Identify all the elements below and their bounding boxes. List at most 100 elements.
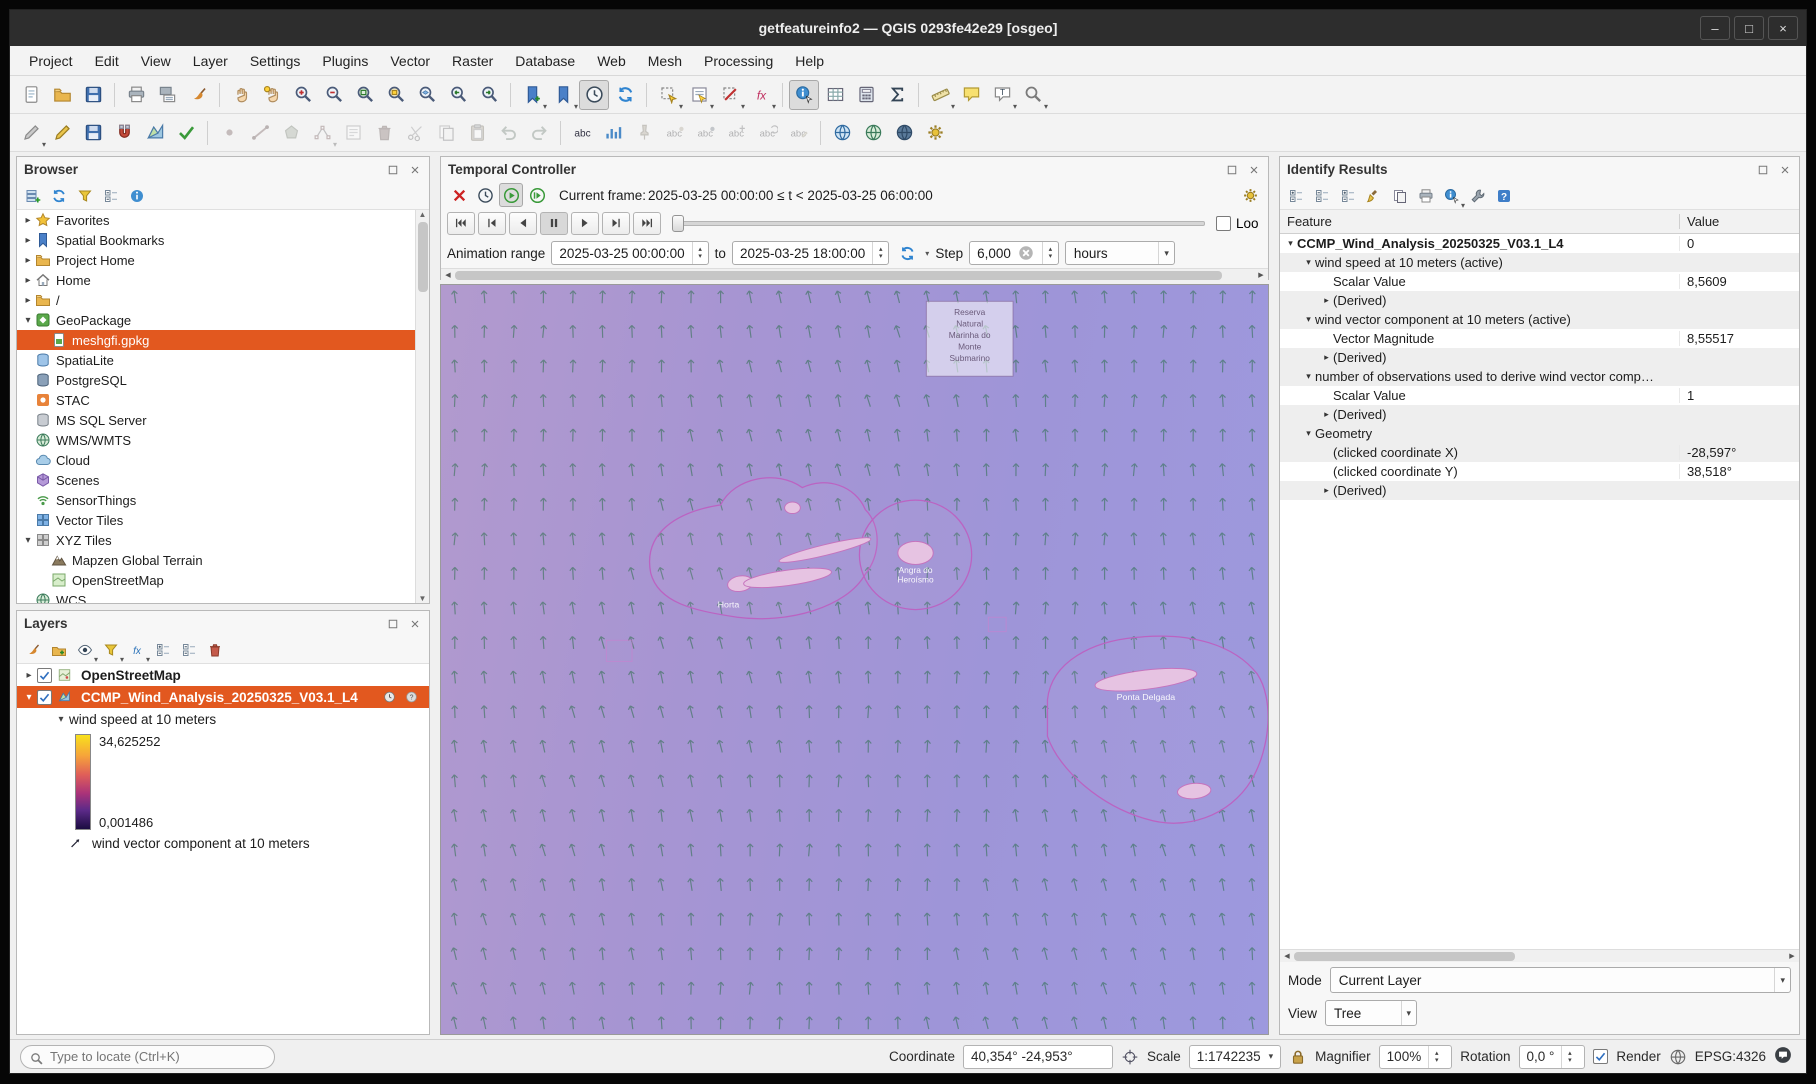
browser-item-cloud[interactable]: Cloud xyxy=(17,450,429,470)
expand-arrow[interactable]: ▾ xyxy=(21,315,35,326)
add-line-feature-button[interactable] xyxy=(245,118,275,148)
filter-browser-button[interactable] xyxy=(73,184,97,208)
undock-icon[interactable] xyxy=(385,162,400,177)
crs-globe-icon[interactable] xyxy=(1669,1048,1687,1066)
collapse-all-layers-button[interactable] xyxy=(177,638,201,662)
identify-mode-button[interactable]: ▾ xyxy=(1440,184,1464,208)
temporal-navigation-off-button[interactable] xyxy=(447,183,471,207)
plugin-tools-button[interactable] xyxy=(920,118,950,148)
modify-attributes-button[interactable] xyxy=(338,118,368,148)
open-attribute-table-button[interactable] xyxy=(820,80,850,110)
minimize-button[interactable]: – xyxy=(1700,16,1730,40)
measure-button[interactable]: ▾ xyxy=(925,80,955,110)
style-manager-button[interactable] xyxy=(183,80,213,110)
spin-arrows[interactable]: ▴▾ xyxy=(872,242,888,264)
spin-arrows[interactable]: ▴▾ xyxy=(1042,242,1058,264)
titlebar[interactable]: getfeatureinfo2 — QGIS 0293fe42e29 [osge… xyxy=(10,10,1806,46)
remove-layer-button[interactable] xyxy=(203,638,227,662)
highlight-pinned-labels-button[interactable]: abc xyxy=(660,118,690,148)
expand-arrow[interactable]: ▸ xyxy=(1320,409,1333,420)
value-column-header[interactable]: Value xyxy=(1679,214,1799,229)
lock-scale-icon[interactable] xyxy=(1289,1048,1307,1066)
epsg-label[interactable]: EPSG:4326 xyxy=(1695,1049,1766,1064)
result-row-scalar-value[interactable]: Scalar Value8,5609 xyxy=(1280,272,1799,291)
undock-icon[interactable] xyxy=(1755,162,1770,177)
zoom-last-button[interactable] xyxy=(443,80,473,110)
browser-item-spatial-bookmarks[interactable]: ▸Spatial Bookmarks xyxy=(17,230,429,250)
browser-item-stac[interactable]: STAC xyxy=(17,390,429,410)
expand-new-results-button[interactable] xyxy=(1336,184,1360,208)
browser-tree[interactable]: ▸Favorites▸Spatial Bookmarks▸Project Hom… xyxy=(17,210,429,603)
expand-arrow[interactable]: ▸ xyxy=(1320,352,1333,363)
zoom-to-selection-button[interactable] xyxy=(381,80,411,110)
show-layout-manager-button[interactable] xyxy=(152,80,182,110)
spin-arrows[interactable]: ▴▾ xyxy=(1561,1046,1577,1068)
menu-mesh[interactable]: Mesh xyxy=(637,49,693,73)
extents-icon[interactable] xyxy=(1121,1048,1139,1066)
geocoder-button[interactable] xyxy=(858,118,888,148)
magnifier-spinbox[interactable]: 100%▴▾ xyxy=(1379,1045,1453,1069)
result-row-clicked-coordinate-y[interactable]: (clicked coordinate Y)38,518° xyxy=(1280,462,1799,481)
menu-raster[interactable]: Raster xyxy=(441,49,504,73)
save-layer-edits-button[interactable] xyxy=(78,118,108,148)
undock-icon[interactable] xyxy=(385,616,400,631)
play-forward-button[interactable] xyxy=(571,212,599,235)
close-icon[interactable] xyxy=(407,616,422,631)
select-by-form-button[interactable]: ▾ xyxy=(684,80,714,110)
text-annotation-button[interactable]: T▾ xyxy=(987,80,1017,110)
time-slider-track[interactable] xyxy=(672,221,1205,226)
loop-checkbox[interactable] xyxy=(1216,216,1231,231)
zoom-next-button[interactable] xyxy=(474,80,504,110)
browser-item-home[interactable]: ▸Home xyxy=(17,270,429,290)
result-row-derived[interactable]: ▸(Derived) xyxy=(1280,481,1799,500)
animated-navigation-button[interactable] xyxy=(499,183,523,207)
browser-item-vector-tiles[interactable]: Vector Tiles xyxy=(17,510,429,530)
messages-icon[interactable] xyxy=(1774,1046,1796,1068)
identify-hscrollbar[interactable]: ◀ ▶ xyxy=(1280,949,1799,962)
range-start-input[interactable]: 2025-03-25 00:00:00 ▴▾ xyxy=(551,241,708,265)
mesh-digitizing-button[interactable] xyxy=(140,118,170,148)
step-value-input[interactable]: 6,000 ▴▾ xyxy=(969,241,1059,265)
redo-button[interactable] xyxy=(524,118,554,148)
filter-by-expression-button[interactable]: fx▾ xyxy=(125,638,149,662)
show-hide-labels-button[interactable]: abc xyxy=(691,118,721,148)
step-unit-combo[interactable]: hours ▾ xyxy=(1065,241,1175,265)
copy-features-button[interactable] xyxy=(431,118,461,148)
browser-item-item[interactable]: ▸/ xyxy=(17,290,429,310)
result-row-derived[interactable]: ▸(Derived) xyxy=(1280,405,1799,424)
change-label-button[interactable]: abc xyxy=(784,118,814,148)
pin-unpin-labels-button[interactable] xyxy=(629,118,659,148)
rotate-label-button[interactable]: abc xyxy=(753,118,783,148)
browser-item-meshgfi-gpkg[interactable]: meshgfi.gpkg xyxy=(17,330,429,350)
identify-settings-button[interactable] xyxy=(1466,184,1490,208)
pause-button[interactable] xyxy=(540,212,568,235)
show-spatial-bookmarks-button[interactable]: ▾ xyxy=(548,80,578,110)
browser-item-mapzen-global-terrain[interactable]: Mapzen Global Terrain xyxy=(17,550,429,570)
rotation-spinbox[interactable]: 0,0 °▴▾ xyxy=(1519,1045,1586,1069)
locate-input[interactable] xyxy=(50,1049,265,1064)
expand-arrow[interactable]: ▸ xyxy=(21,255,35,266)
refresh-map-button[interactable] xyxy=(610,80,640,110)
scroll-right-icon[interactable]: ▶ xyxy=(1254,271,1268,279)
expand-arrow[interactable]: ▸ xyxy=(1320,295,1333,306)
menu-edit[interactable]: Edit xyxy=(84,49,130,73)
paste-features-button[interactable] xyxy=(462,118,492,148)
browser-item-project-home[interactable]: ▸Project Home xyxy=(17,250,429,270)
browser-item-wcs[interactable]: WCS xyxy=(17,590,429,603)
result-row-clicked-coordinate-x[interactable]: (clicked coordinate X)-28,597° xyxy=(1280,443,1799,462)
layer-item-openstreetmap[interactable]: ▸ OpenStreetMap xyxy=(17,664,429,686)
clear-results-button[interactable] xyxy=(1362,184,1386,208)
browser-item-postgresql[interactable]: PostgreSQL xyxy=(17,370,429,390)
view-combo[interactable]: Tree ▾ xyxy=(1325,1000,1417,1026)
qgis-hub-button[interactable] xyxy=(889,118,919,148)
collapse-all-button[interactable] xyxy=(99,184,123,208)
menu-plugins[interactable]: Plugins xyxy=(311,49,379,73)
results-tree[interactable]: ▾CCMP_Wind_Analysis_20250325_V03.1_L40▾w… xyxy=(1280,234,1799,949)
manage-map-themes-button[interactable]: ▾ xyxy=(73,638,97,662)
browser-item-spatialite[interactable]: SpatiaLite xyxy=(17,350,429,370)
menu-vector[interactable]: Vector xyxy=(379,49,441,73)
scroll-left-icon[interactable]: ◀ xyxy=(441,271,455,279)
new-project-button[interactable] xyxy=(16,80,46,110)
current-edits-button[interactable]: ▾ xyxy=(16,118,46,148)
expand-arrow[interactable]: ▸ xyxy=(21,295,35,306)
